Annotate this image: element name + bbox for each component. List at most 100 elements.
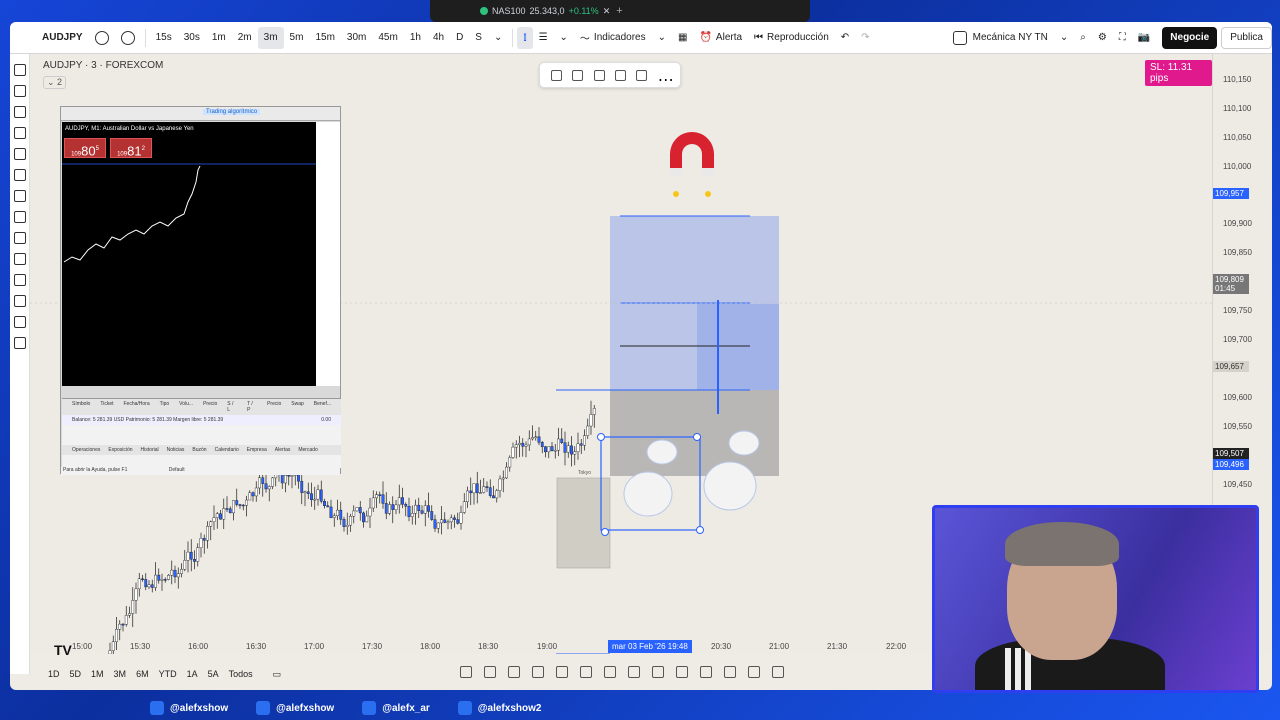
timeframe-1h[interactable]: 1h [404, 27, 427, 49]
fib-channel-icon[interactable] [532, 666, 544, 678]
lines-tool-icon[interactable] [484, 666, 496, 678]
chart-type-chevron-down-icon[interactable]: ⌄ [554, 27, 574, 49]
browser-tab[interactable]: NAS100 25.343,0 +0.11% ✕ [480, 6, 610, 17]
range-1m[interactable]: 1M [91, 669, 104, 679]
lock-drawings-icon[interactable] [13, 274, 26, 286]
social-youtube[interactable]: @alefxshow2 [457, 701, 541, 715]
social-tiktok[interactable]: @alefxshow [150, 701, 228, 715]
zoom-out-icon[interactable] [13, 232, 26, 244]
tab-history[interactable]: Historial [141, 447, 159, 453]
quick-search-icon[interactable]: ⌕ [1074, 27, 1092, 49]
rectangle-tool-icon[interactable] [460, 666, 472, 678]
target-icon[interactable] [724, 666, 736, 678]
trend-line-icon[interactable] [13, 85, 26, 97]
add-symbol-icon[interactable] [115, 27, 141, 49]
resize-handle[interactable] [601, 528, 609, 536]
compare-icon[interactable] [89, 27, 115, 49]
undo-icon[interactable]: ↶ [835, 27, 855, 49]
chart-type-icon[interactable]: ☰ [533, 27, 554, 49]
timeframe-d[interactable]: D [450, 27, 469, 49]
pencil-icon[interactable] [604, 666, 616, 678]
range-3m[interactable]: 3M [114, 669, 127, 679]
tab-close-icon[interactable]: ✕ [603, 6, 611, 17]
horizontal-line-icon[interactable] [700, 666, 712, 678]
curve-icon[interactable] [772, 666, 784, 678]
timeframe-2m[interactable]: 2m [232, 27, 258, 49]
timeframe-4h[interactable]: 4h [427, 27, 450, 49]
pen-icon[interactable] [676, 666, 688, 678]
camera-snapshot-icon[interactable]: 📷 [1132, 27, 1156, 49]
hide-drawings-icon[interactable] [13, 295, 26, 307]
text-tool-icon[interactable] [13, 148, 26, 160]
resize-handle[interactable] [696, 526, 704, 534]
pattern-icon[interactable] [13, 169, 26, 181]
brush-icon[interactable] [13, 127, 26, 139]
social-x[interactable]: @alefxshow [256, 701, 334, 715]
tab-news[interactable]: Noticias [167, 447, 185, 453]
parallel-channel-icon[interactable] [508, 666, 520, 678]
templates-icon[interactable]: ▦ [672, 27, 693, 49]
remove-drawings-icon[interactable] [13, 316, 26, 328]
pitchfork-icon[interactable] [556, 666, 568, 678]
bar-style-candles-icon[interactable]: ⫾ [517, 26, 533, 49]
resize-handle[interactable] [597, 433, 605, 441]
algo-trading-button[interactable]: Trading algorítmico [203, 109, 261, 115]
zoom-in-icon[interactable] [13, 211, 26, 223]
range-1a[interactable]: 1A [187, 669, 198, 679]
fib-retracement-icon[interactable] [13, 106, 26, 118]
timeframe-3m[interactable]: 3m [257, 26, 284, 49]
range-ytd[interactable]: YTD [159, 669, 177, 679]
candle-body [391, 504, 395, 510]
ruler-icon[interactable] [13, 190, 26, 202]
tab-exposure[interactable]: Exposición [108, 447, 132, 453]
trade-button[interactable]: Negocie [1162, 26, 1218, 49]
timeframe-dropdown-chevron-down-icon[interactable]: ⌄ [488, 27, 508, 49]
resize-handle[interactable] [693, 433, 701, 441]
new-tab-icon[interactable]: + [616, 5, 622, 17]
settings-gear-icon[interactable]: ⚙ [1092, 27, 1113, 49]
indicators-button[interactable]: 〜 Indicadores [574, 27, 652, 49]
range-6m[interactable]: 6M [136, 669, 149, 679]
tab-company[interactable]: Empresa [247, 447, 267, 453]
tab-mailbox[interactable]: Buzón [192, 447, 206, 453]
layout-chevron-down-icon[interactable]: ⌄ [1054, 27, 1074, 49]
tab-calendar[interactable]: Calendario [215, 447, 239, 453]
go-to-date-icon[interactable]: ▭ [273, 669, 282, 680]
metatrader-window[interactable]: Trading algorítmico AUDJPY, M1: Australi… [60, 106, 341, 475]
range-todos[interactable]: Todos [229, 669, 253, 679]
path-tool-icon[interactable] [580, 666, 592, 678]
redo-icon[interactable]: ↷ [855, 27, 875, 49]
indicators-chevron-down-icon[interactable]: ⌄ [652, 27, 672, 49]
range-1d[interactable]: 1D [48, 669, 60, 679]
timeframe-30m[interactable]: 30m [341, 27, 372, 49]
timeframe-5m[interactable]: 5m [284, 27, 310, 49]
publish-button[interactable]: Publica [1221, 26, 1272, 49]
object-tree-icon[interactable] [13, 337, 26, 349]
tab-operations[interactable]: Operaciones [72, 447, 100, 453]
timeframe-s[interactable]: S [469, 27, 488, 49]
symbol-search-button[interactable]: AUDJPY [36, 27, 89, 49]
social-instagram[interactable]: @alefx_ar [362, 701, 430, 715]
range-5d[interactable]: 5D [70, 669, 82, 679]
timeframe-45m[interactable]: 45m [372, 27, 403, 49]
timeframe-15s[interactable]: 15s [150, 27, 178, 49]
range-5a[interactable]: 5A [208, 669, 219, 679]
metatrader-chart[interactable]: AUDJPY, M1: Australian Dollar vs Japanes… [62, 122, 316, 386]
alert-button[interactable]: ⏰ Alerta [693, 27, 748, 49]
top-toolbar: AUDJPY 15s 30s 1m 2m 3m 5m 15m 30m 45m 1… [10, 22, 1272, 54]
timeframe-30s[interactable]: 30s [178, 27, 206, 49]
crosshair-icon[interactable] [13, 64, 26, 76]
tokyo-session-box[interactable] [556, 477, 611, 569]
stop-loss-zone[interactable] [610, 390, 779, 476]
tab-market[interactable]: Mercado [298, 447, 317, 453]
fullscreen-icon[interactable]: ⛶ [1113, 27, 1132, 49]
tab-alerts[interactable]: Alertas [275, 447, 291, 453]
vertical-line-icon[interactable] [652, 666, 664, 678]
text-icon[interactable] [628, 666, 640, 678]
layout-button[interactable]: Mecánica NY TN [947, 27, 1054, 49]
fork-icon[interactable] [748, 666, 760, 678]
timeframe-15m[interactable]: 15m [309, 27, 340, 49]
magnet-icon[interactable] [13, 253, 26, 265]
replay-button[interactable]: ⏮ Reproducción [748, 27, 835, 49]
timeframe-1m[interactable]: 1m [206, 27, 232, 49]
